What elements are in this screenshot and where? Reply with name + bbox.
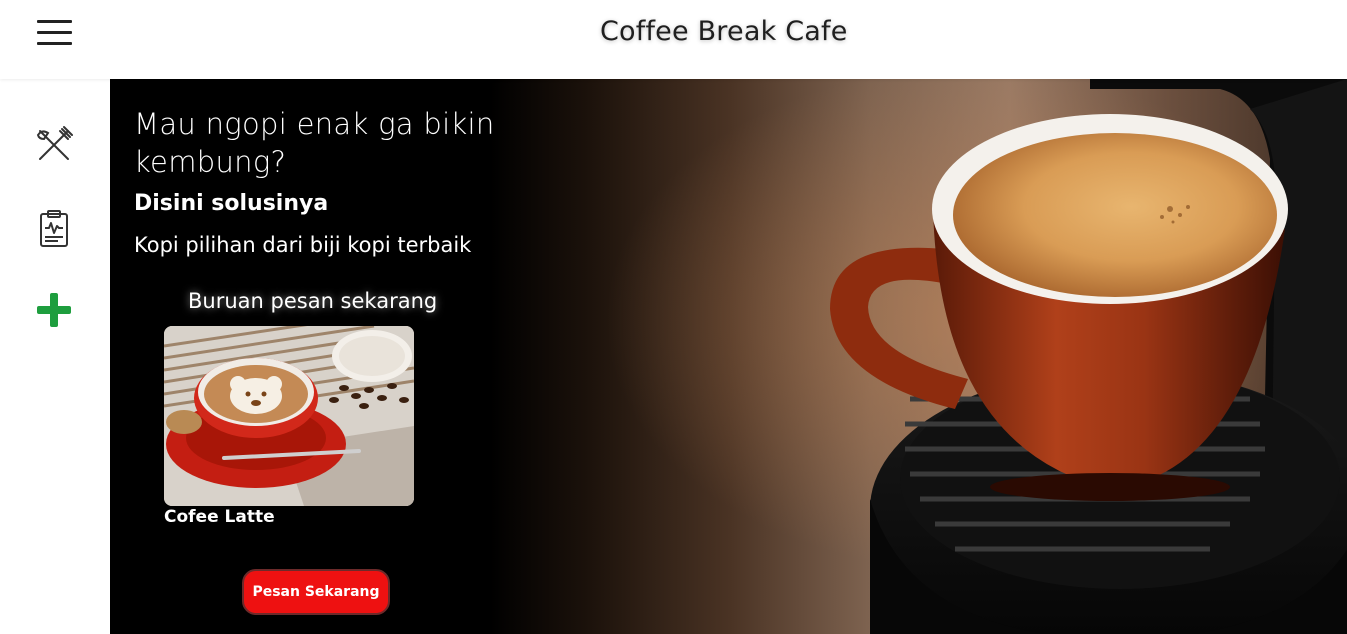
sidebar [0, 79, 110, 634]
top-bar: Coffee Break Cafe [0, 0, 1347, 79]
utensils-icon[interactable] [34, 125, 74, 165]
menu-line [37, 20, 72, 23]
hamburger-menu-icon[interactable] [36, 20, 74, 46]
hero-tagline: Kopi pilihan dari biji kopi terbaik [134, 233, 472, 257]
menu-line [37, 42, 72, 45]
hero-banner: Mau ngopi enak ga bikin kembung? Disini … [110, 79, 1347, 634]
cta-heading: Buruan pesan sekarang [188, 289, 438, 313]
product-name: Cofee Latte [164, 507, 275, 527]
latte-image [164, 326, 414, 506]
hero-headline: Mau ngopi enak ga bikin kembung? [134, 107, 495, 179]
app-title: Coffee Break Cafe [600, 16, 848, 47]
plus-icon[interactable] [34, 290, 74, 330]
clipboard-report-icon[interactable] [34, 208, 74, 248]
order-now-button[interactable]: Pesan Sekarang [242, 569, 390, 615]
menu-line [37, 31, 72, 34]
hero-subheading: Disini solusinya [134, 191, 329, 216]
product-card-image[interactable] [164, 326, 414, 506]
